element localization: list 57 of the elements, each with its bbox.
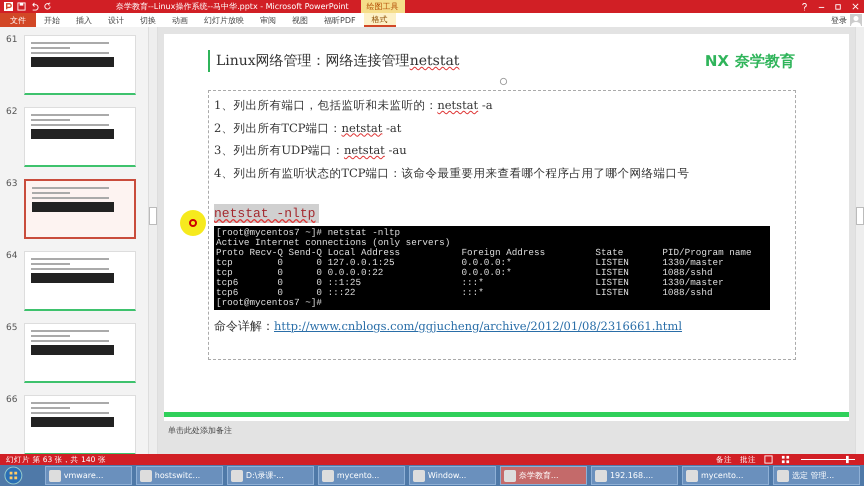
reference-link[interactable]: http://www.cnblogs.com/ggjucheng/archive/2012/01/08/2316661.html bbox=[274, 319, 682, 333]
notes-field[interactable]: 单击此处添加备注 bbox=[164, 421, 849, 441]
restore-icon[interactable] bbox=[834, 2, 843, 11]
ribbon-tab[interactable]: 格式 bbox=[364, 13, 396, 27]
ribbon-tab[interactable]: 开始 bbox=[36, 13, 68, 27]
close-icon[interactable] bbox=[851, 2, 860, 11]
taskbar-button[interactable]: 奈学教育... bbox=[500, 466, 587, 485]
help-icon[interactable] bbox=[800, 2, 809, 11]
taskbar-button[interactable]: D:\录课-... bbox=[226, 466, 314, 485]
ribbon-tab[interactable]: 切换 bbox=[132, 13, 164, 27]
detail-label: 命令详解： bbox=[214, 319, 274, 333]
slide-number: 65 bbox=[6, 323, 18, 335]
taskbar-button[interactable]: mycento... bbox=[318, 466, 405, 485]
ribbon-tab[interactable]: 动画 bbox=[164, 13, 196, 27]
taskbar-button[interactable]: hostswitc... bbox=[136, 466, 223, 485]
cursor-highlight-icon bbox=[179, 209, 207, 237]
logo-text: 奈学教育 bbox=[735, 52, 795, 70]
window-title: 奈学教育--Linux操作系统--马中华.pptx - Microsoft PowerPoint bbox=[116, 1, 349, 12]
scrollbar[interactable] bbox=[148, 27, 157, 454]
taskbar-button[interactable]: mycento... bbox=[682, 466, 770, 485]
slide-number: 61 bbox=[6, 35, 18, 47]
ribbon-tab[interactable]: 审阅 bbox=[252, 13, 284, 27]
ribbon-tab[interactable]: 设计 bbox=[100, 13, 132, 27]
ribbon-tab[interactable]: 福昕PDF bbox=[316, 13, 364, 27]
list-item: 4、列出所有监听状态的TCP端口：该命令最重要用来查看哪个程序占用了哪个网络端口号 bbox=[214, 164, 691, 182]
taskbar-button[interactable]: 192.168.... bbox=[590, 466, 678, 485]
ribbon-tab[interactable]: 视图 bbox=[284, 13, 316, 27]
ribbon-tab[interactable]: 幻灯片放映 bbox=[196, 13, 252, 27]
logo-mark: NX bbox=[704, 52, 729, 70]
list-item: 3、列出所有UDP端口：netstat -au bbox=[214, 142, 408, 159]
taskbar-button[interactable]: Window... bbox=[408, 466, 496, 485]
powerpoint-icon[interactable] bbox=[4, 2, 13, 11]
highlighted-command: netstat -nltp bbox=[214, 204, 320, 223]
terminal-output: [root@mycentos7 ~]# netstat -nltp Active Internet connections (only servers) Proto Recv-Q Send-Q Local Address Foreign Address State PID/Program name tcp 0 0 127.0.0.1:25 0.0.0.0:* LISTEN 1330/master tcp 0 0 0.0.0.0:22 0.0.0.0:* LISTEN 1088/sshd tcp6 0 0 ::1:25 :::* LISTEN 1330/master tcp6 0 0 :::22 :::* LISTEN 1088/sshd [root@mycentos7 ~]# bbox=[214, 226, 770, 310]
slide-number: 62 bbox=[6, 107, 18, 119]
sign-in-link[interactable]: 登录 bbox=[831, 14, 847, 26]
slide-thumbnail[interactable] bbox=[24, 179, 136, 239]
taskbar-button[interactable]: vmware... bbox=[44, 466, 132, 485]
redo-icon[interactable] bbox=[43, 2, 52, 11]
slide-number: 63 bbox=[6, 179, 18, 191]
scrollbar[interactable] bbox=[855, 27, 864, 454]
slide-title: Linux网络管理：网络连接管理netstat bbox=[216, 52, 460, 70]
ribbon-tab[interactable]: 文件 bbox=[0, 13, 36, 27]
rotate-handle-icon[interactable] bbox=[499, 77, 508, 86]
grid-view-icon[interactable] bbox=[781, 455, 790, 464]
list-item: 1、列出所有端口，包括监听和未监听的：netstat -a bbox=[214, 97, 494, 114]
context-tab-label: 绘图工具 bbox=[360, 0, 405, 13]
save-icon[interactable] bbox=[17, 2, 26, 11]
slide-number: 66 bbox=[6, 395, 18, 407]
list-item: 2、列出所有TCP端口：netstat -at bbox=[214, 120, 402, 136]
undo-icon[interactable] bbox=[30, 2, 39, 11]
zoom-slider-icon[interactable] bbox=[798, 455, 858, 464]
slide-number: 64 bbox=[6, 251, 18, 263]
start-button-icon[interactable] bbox=[4, 466, 23, 485]
taskbar-button[interactable]: 选定 管理... bbox=[773, 466, 860, 485]
ribbon-tab[interactable]: 插入 bbox=[68, 13, 100, 27]
normal-view-icon[interactable] bbox=[764, 455, 773, 464]
